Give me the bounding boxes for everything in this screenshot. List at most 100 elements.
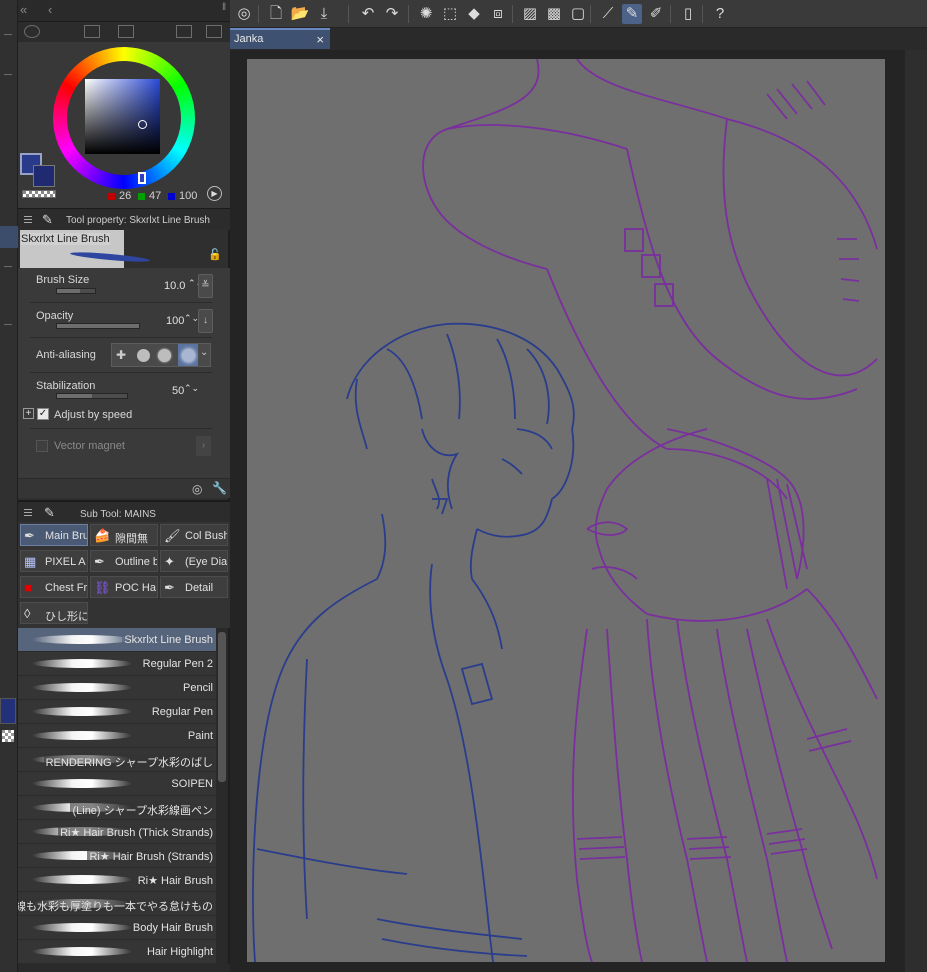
right-scroll-area[interactable] xyxy=(905,50,927,972)
undo-icon[interactable]: ↶ xyxy=(358,4,378,24)
sub-tool-group[interactable]: ▦ PIXEL A xyxy=(20,550,88,572)
sub-tool-group[interactable]: ✒ Detail xyxy=(160,576,228,598)
border-icon[interactable]: ▢ xyxy=(568,4,588,24)
document-tab[interactable]: Janka × xyxy=(230,28,330,49)
color-wheel-panel: 26 47 100 ▶ xyxy=(18,22,230,208)
cake-icon: 🍰 xyxy=(94,528,111,543)
antialias-strong-icon[interactable] xyxy=(182,349,195,362)
adjust-by-speed-checkbox[interactable]: ✓ xyxy=(37,408,49,420)
opacity-dynamics-button[interactable]: ↓ xyxy=(198,309,213,333)
spin-icon[interactable]: ⌃⌄ xyxy=(184,313,199,324)
sub-tool-group[interactable]: ✦ (Eye Dia xyxy=(160,550,228,572)
brush-list-item[interactable]: SOIPEN xyxy=(18,772,216,796)
pen-icon[interactable]: ✐ xyxy=(646,4,666,24)
saturation-value-square[interactable] xyxy=(85,79,160,154)
grip-icon[interactable]: ‖ xyxy=(222,2,226,13)
tool-property-header: ✎ Tool property: Skxrlxt Line Brush xyxy=(18,208,230,230)
transform-icon[interactable]: ⧈ xyxy=(488,4,508,24)
sub-tool-group[interactable]: 🍰 隙間無 xyxy=(90,524,158,546)
history-tab-icon[interactable] xyxy=(206,25,222,38)
spin-icon[interactable]: ⌃⌄ xyxy=(184,383,199,394)
opacity-value[interactable]: 100 xyxy=(166,315,184,327)
save-icon[interactable]: ⤓ xyxy=(314,4,334,24)
sub-tool-group[interactable]: ◊ ひし形に xyxy=(20,602,88,624)
expand-icon[interactable]: + xyxy=(23,408,34,419)
ruler-icon[interactable]: ⟋ xyxy=(598,4,618,24)
open-file-icon[interactable]: 📂 xyxy=(290,4,310,24)
brush-list-item[interactable]: Paint xyxy=(18,724,216,748)
brush-size-value[interactable]: 10.0 xyxy=(164,280,185,292)
brush-list-item[interactable]: 主線も水彩も厚塗りも一本でやる怠けもの xyxy=(18,892,216,916)
sub-tool-group-label: Outline b xyxy=(115,556,158,568)
deselect-icon[interactable]: ▨ xyxy=(520,4,540,24)
help-icon[interactable]: ? xyxy=(710,4,730,24)
brush-list-scrollbar[interactable] xyxy=(216,628,228,964)
chevron-left-icon[interactable]: ‹ xyxy=(48,2,52,17)
hue-marker[interactable] xyxy=(138,172,146,184)
color-wheel-tab-icon[interactable] xyxy=(24,25,40,38)
stabilization-value[interactable]: 50 xyxy=(172,385,184,397)
antialiasing-selector[interactable]: ✚ ⌄ xyxy=(111,343,211,367)
strip-color-swatch[interactable] xyxy=(0,698,16,724)
lock-icon[interactable]: 🔓 xyxy=(208,248,222,261)
smartphone-icon[interactable]: ▯ xyxy=(678,4,698,24)
drawing-canvas[interactable] xyxy=(247,59,885,962)
menu-icon[interactable] xyxy=(24,509,32,510)
wrench-icon[interactable]: 🔧 xyxy=(212,481,227,495)
brush-list-item[interactable]: Regular Pen xyxy=(18,700,216,724)
chevron-right-icon[interactable]: › xyxy=(196,436,211,456)
antialias-none-icon[interactable]: ✚ xyxy=(116,349,129,362)
tool-property-footer: ◎ 🔧 xyxy=(18,478,230,498)
brush-list-item[interactable]: RENDERING シャープ水彩のばし xyxy=(18,748,216,772)
brush-list-item[interactable]: Regular Pen 2 xyxy=(18,652,216,676)
menu-icon[interactable] xyxy=(24,216,32,217)
strip-transparent-swatch[interactable] xyxy=(2,730,14,742)
antialias-weak-icon[interactable] xyxy=(137,349,150,362)
sub-tool-group[interactable]: ⛓ POC Ha xyxy=(90,576,158,598)
scrollbar-thumb[interactable] xyxy=(218,632,226,782)
vector-magnet-checkbox[interactable] xyxy=(36,440,48,452)
opacity-slider[interactable] xyxy=(56,323,140,329)
transparent-color-swatch[interactable] xyxy=(22,190,56,198)
panel-collapse-bar: « ‹ ‖ xyxy=(18,0,230,22)
brush-list-item[interactable]: (Line) シャープ水彩線画ペン xyxy=(18,796,216,820)
antialias-medium-icon[interactable] xyxy=(158,349,171,362)
new-file-icon[interactable]: 🗋 xyxy=(266,4,286,24)
clear-icon[interactable]: ⬚ xyxy=(440,4,460,24)
sub-tool-group[interactable]: 🖌 Col Bush xyxy=(160,524,228,546)
redo-icon[interactable]: ↷ xyxy=(382,4,402,24)
brush-stroke-preview xyxy=(32,923,132,932)
brush-active-icon[interactable]: ✎ xyxy=(622,4,642,24)
brush-list-item[interactable]: Body Hair Brush xyxy=(18,916,216,940)
sv-cursor[interactable] xyxy=(138,120,147,129)
approximate-color-tab-icon[interactable] xyxy=(176,25,192,38)
strip-selected-tool[interactable] xyxy=(0,226,18,248)
sub-tool-group[interactable]: ✒ Main Bru xyxy=(20,524,88,546)
document-tab-title: Janka xyxy=(234,33,264,45)
brush-list-item[interactable]: Hair Highlight xyxy=(18,940,216,964)
sub-tool-group[interactable]: ■ Chest Fr xyxy=(20,576,88,598)
color-set-tab-icon[interactable] xyxy=(84,25,100,38)
sub-tool-group[interactable]: ✒ Outline b xyxy=(90,550,158,572)
loading-icon[interactable]: ✺ xyxy=(416,4,436,24)
brush-list-item[interactable]: Ri★ Hair Brush (Thick Strands) xyxy=(18,820,216,844)
brush-list-item[interactable]: Ri★ Hair Brush (Strands) xyxy=(18,844,216,868)
green-value: 47 xyxy=(138,190,161,202)
brush-size-slider[interactable] xyxy=(56,288,96,294)
blue-value: 100 xyxy=(168,190,197,202)
brush-list-item[interactable]: Skxrlxt Line Brush xyxy=(18,628,216,652)
sub-color-swatch[interactable] xyxy=(33,165,55,187)
intermediate-color-tab-icon[interactable] xyxy=(118,25,134,38)
brush-size-dynamics-button[interactable]: ≚ xyxy=(198,274,213,298)
close-icon[interactable]: × xyxy=(316,32,324,47)
chevron-down-icon[interactable]: ⌄ xyxy=(200,347,208,358)
fill-icon[interactable]: ◆ xyxy=(464,4,484,24)
settings-dial-icon[interactable]: ◎ xyxy=(192,482,202,496)
companion-icon[interactable]: ◎ xyxy=(234,4,254,24)
brush-list-item[interactable]: Pencil xyxy=(18,676,216,700)
brush-list-item[interactable]: Ri★ Hair Brush xyxy=(18,868,216,892)
invert-selection-icon[interactable]: ▩ xyxy=(544,4,564,24)
stabilization-slider[interactable] xyxy=(56,393,128,399)
play-icon[interactable]: ▶ xyxy=(207,186,222,201)
collapse-left-icon[interactable]: « xyxy=(20,2,27,17)
